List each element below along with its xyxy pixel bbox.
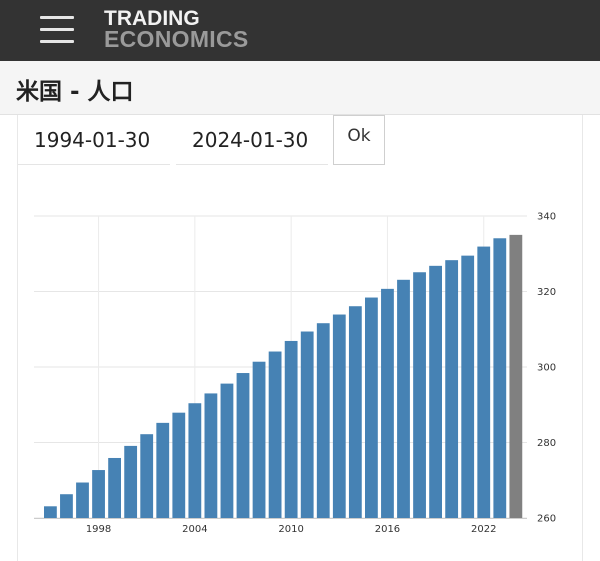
data-bar [236, 373, 250, 518]
data-bar [381, 288, 394, 518]
x-tick-label: 2016 [375, 524, 400, 535]
data-bar [44, 506, 57, 518]
x-tick-label: 2010 [278, 524, 303, 535]
x-tick-label: 1998 [86, 524, 111, 535]
data-bar [332, 314, 346, 518]
population-bar-chart: 260 280 300 320 340 1998 2004 2010 2016 2022 [34, 212, 556, 535]
data-bar [204, 393, 218, 518]
data-bar [300, 331, 314, 518]
data-bar [252, 361, 266, 518]
data-bar [477, 246, 491, 518]
data-bar [172, 412, 186, 518]
data-bar [92, 470, 105, 518]
data-bar [413, 272, 426, 518]
y-tick-label: 280 [537, 438, 556, 449]
x-tick-label: 2004 [182, 524, 207, 535]
data-bar [268, 351, 282, 518]
chart-bars [44, 234, 523, 518]
data-bar [188, 403, 202, 518]
y-tick-label: 320 [537, 287, 556, 298]
data-bar [348, 306, 362, 518]
data-bar [397, 279, 410, 518]
y-tick-label: 300 [537, 363, 556, 374]
y-tick-label: 260 [537, 514, 556, 525]
data-bar [316, 323, 330, 518]
data-bar [108, 457, 121, 518]
data-bar [140, 434, 154, 518]
data-bar [60, 494, 73, 518]
forecast-bar [509, 234, 523, 518]
x-tick-label: 2022 [471, 524, 496, 535]
data-bar [461, 255, 475, 518]
data-bar [365, 297, 378, 518]
data-bar [429, 265, 442, 518]
data-bar [284, 340, 298, 518]
data-bar [76, 482, 89, 518]
data-bar [220, 383, 234, 518]
data-bar [445, 260, 459, 518]
data-bar [493, 238, 507, 518]
data-bar [156, 422, 170, 518]
y-tick-label: 340 [537, 212, 556, 223]
data-bar [124, 445, 138, 518]
